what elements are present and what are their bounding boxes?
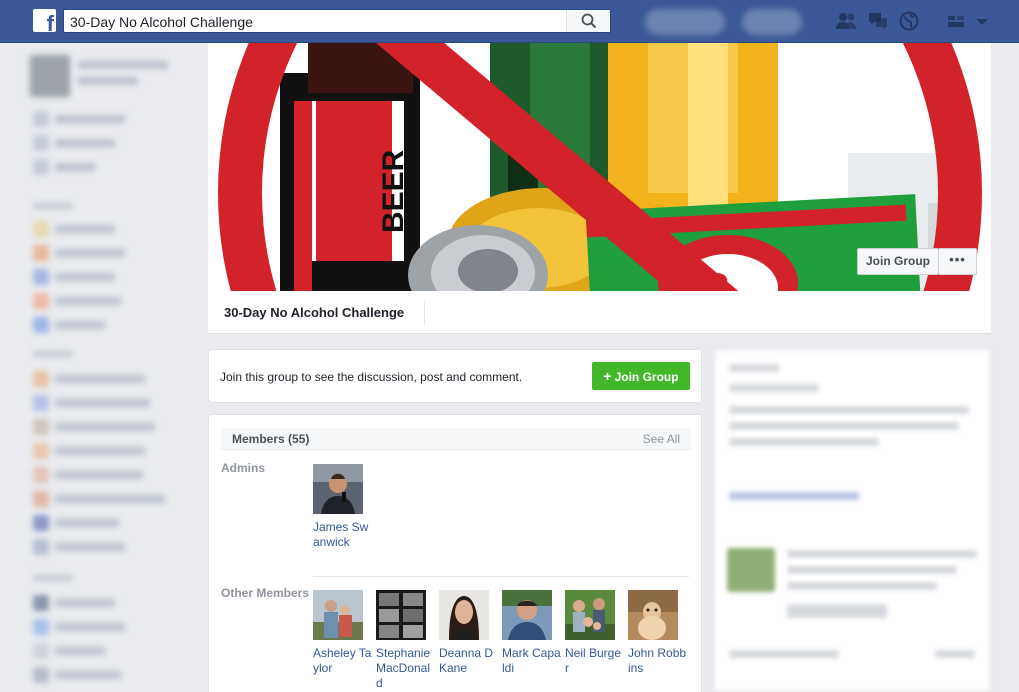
member-avatar[interactable] [376, 590, 426, 640]
sidebar-item[interactable] [33, 159, 95, 175]
sidebar-item[interactable] [33, 667, 121, 683]
suggested-group-thumbnail[interactable] [727, 548, 775, 592]
sidebar-item[interactable] [33, 419, 155, 435]
messages-icon[interactable] [867, 11, 887, 31]
sidebar-item[interactable] [33, 467, 143, 483]
member-avatar[interactable] [439, 590, 489, 640]
member-name[interactable]: Neil Burger [565, 646, 625, 676]
suggested-line [787, 566, 957, 574]
member-avatar[interactable] [313, 590, 363, 640]
sidebar-item[interactable] [33, 135, 115, 151]
about-line [729, 406, 969, 414]
svg-text:BEER: BEER [377, 149, 410, 233]
member-deanna-d-kane[interactable]: Deanna D Kane [439, 590, 499, 676]
search-icon [581, 13, 597, 29]
other-members-label: Other Members [221, 586, 310, 600]
profile-shortcut[interactable] [645, 9, 725, 35]
about-see-more-link[interactable] [729, 492, 859, 500]
member-neil-burger[interactable]: Neil Burger [565, 590, 625, 676]
about-line [729, 384, 819, 392]
sidebar-item[interactable] [33, 595, 115, 611]
privacy-shortcuts-icon[interactable] [946, 11, 966, 31]
join-prompt-card: Join this group to see the discussion, p… [208, 349, 702, 403]
suggested-line [935, 650, 975, 658]
sidebar-item[interactable] [33, 221, 115, 237]
sidebar-item[interactable] [33, 317, 105, 333]
about-line [729, 422, 959, 430]
plus-icon: + [603, 368, 612, 384]
sidebar-item[interactable] [33, 111, 125, 127]
suggested-line [787, 550, 977, 558]
suggested-join-button[interactable] [787, 604, 887, 618]
profile-name[interactable] [78, 61, 168, 69]
friend-requests-icon[interactable] [834, 11, 856, 31]
member-avatar[interactable] [565, 590, 615, 640]
search-button[interactable] [566, 10, 610, 32]
notifications-globe-icon[interactable] [899, 11, 919, 31]
sidebar-item[interactable] [33, 443, 145, 459]
suggested-line [729, 650, 839, 658]
group-title[interactable]: 30-Day No Alcohol Challenge [224, 305, 404, 320]
members-card: Members (55) See All Admins James Swanwi… [208, 414, 702, 692]
member-stephanie-macdonald[interactable]: Stephanie MacDonald [376, 590, 436, 691]
sidebar-item[interactable] [33, 539, 125, 555]
sidebar-section-heading [33, 575, 73, 581]
member-name[interactable]: Asheley Taylor [313, 646, 373, 676]
profile-avatar[interactable] [30, 55, 70, 97]
search-input[interactable]: 30-Day No Alcohol Challenge [70, 14, 253, 30]
sidebar-item[interactable] [33, 619, 125, 635]
member-name[interactable]: Mark Capaldi [502, 646, 562, 676]
more-options-button[interactable]: ••• [939, 248, 977, 275]
sidebar-item[interactable] [33, 269, 115, 285]
join-group-label: Join Group [614, 370, 679, 384]
about-heading [729, 364, 779, 372]
admins-label: Admins [221, 461, 266, 475]
member-name[interactable]: John Robbins [628, 646, 688, 676]
sidebar-section-heading [33, 203, 73, 209]
sidebar-item[interactable] [33, 395, 150, 411]
about-line [729, 438, 879, 446]
members-title[interactable]: Members (55) [232, 432, 309, 446]
member-avatar[interactable] [628, 590, 678, 640]
top-navigation-bar: f 30-Day No Alcohol Challenge [0, 0, 1019, 43]
sidebar-item[interactable] [33, 293, 121, 309]
member-avatar[interactable] [502, 590, 552, 640]
member-name[interactable]: Stephanie MacDonald [376, 646, 436, 691]
search-box[interactable]: 30-Day No Alcohol Challenge [63, 9, 611, 33]
member-avatar[interactable] [313, 464, 363, 514]
account-menu-chevron-icon[interactable] [975, 11, 995, 31]
member-name[interactable]: James Swanwick [313, 520, 373, 550]
sidebar-item[interactable] [33, 515, 119, 531]
join-prompt-text: Join this group to see the discussion, p… [220, 370, 523, 384]
join-group-button[interactable]: + Join Group [592, 362, 690, 390]
suggested-line [787, 582, 937, 590]
member-james-swanwick[interactable]: James Swanwick [313, 464, 373, 550]
left-sidebar [0, 43, 205, 692]
profile-edit-link[interactable] [78, 77, 138, 85]
members-header: Members (55) See All [221, 428, 691, 450]
see-all-link[interactable]: See All [643, 432, 680, 446]
sidebar-item[interactable] [33, 491, 165, 507]
sidebar-item[interactable] [33, 643, 105, 659]
join-group-button-header[interactable]: Join Group [857, 248, 939, 275]
sidebar-section-heading [33, 351, 73, 357]
facebook-logo-icon[interactable]: f [33, 9, 56, 32]
header-divider [424, 301, 425, 325]
sidebar-item[interactable] [33, 371, 145, 387]
sidebar-item[interactable] [33, 245, 125, 261]
member-asheley-taylor[interactable]: Asheley Taylor [313, 590, 373, 676]
member-name[interactable]: Deanna D Kane [439, 646, 499, 676]
member-john-robbins[interactable]: John Robbins [628, 590, 688, 676]
right-column-about-card [714, 349, 991, 692]
members-divider [313, 576, 689, 577]
home-link[interactable] [742, 9, 802, 35]
member-mark-capaldi[interactable]: Mark Capaldi [502, 590, 562, 676]
group-header-bar: 30-Day No Alcohol Challenge [208, 291, 991, 334]
